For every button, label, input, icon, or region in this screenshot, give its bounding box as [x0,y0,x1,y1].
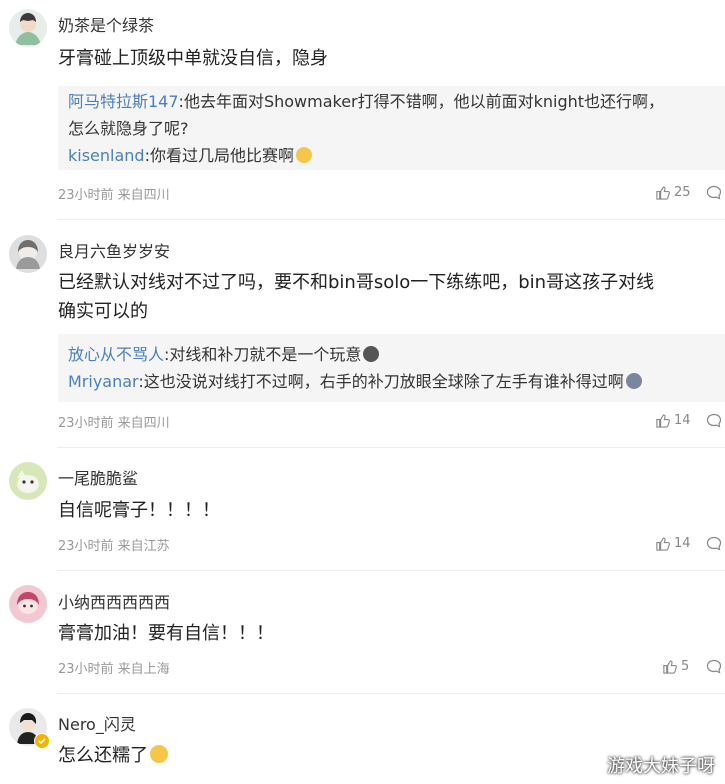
emoji-icon [363,346,380,362]
reply-username[interactable]: 放心从不骂人 [68,345,164,364]
laughing-emoji-icon [150,745,168,763]
avatar[interactable] [9,585,47,623]
username[interactable]: 奶茶是个绿茶 [58,12,154,36]
comment-text: 已经默认对线对不过了吗，要不和bin哥solo一下练练吧，bin哥这孩子对线 确… [58,272,655,322]
reply-username[interactable]: Mriyanar [68,372,138,391]
username[interactable]: 良月六鱼岁岁安 [58,238,170,262]
like-count: 25 [674,185,691,200]
verified-badge-icon [34,733,50,749]
comment-text: 自信呢膏子！！！！ [58,500,220,521]
like-count: 5 [681,659,690,674]
comment-meta: 23小时前 来自上海 [58,662,170,677]
thumbs-up-icon [656,414,670,428]
reply-button[interactable] [706,536,722,555]
like-button[interactable]: 25 [655,185,691,200]
emoji-icon [625,373,642,389]
like-button[interactable]: 14 [655,413,691,428]
reply-item: 阿马特拉斯147:他去年面对Showmaker打得不错啊，他以前面对knight… [68,92,665,111]
username[interactable]: Nero_闪灵 [58,711,136,735]
comment-meta: 23小时前 来自四川 [58,416,170,431]
reply-button[interactable] [706,413,722,432]
comment-bubble-icon [706,185,722,200]
avatar[interactable] [9,9,47,47]
like-count: 14 [674,413,691,428]
like-count: 14 [674,536,691,551]
reply-box: 阿马特拉斯147:他去年面对Showmaker打得不错啊，他以前面对knight… [58,86,725,170]
watermark: 游戏大妹子呀 [607,756,715,777]
comment-bubble-icon [706,413,722,428]
comment-item: 一尾脆脆鲨 自信呢膏子！！！！ 23小时前 来自江苏 14 [0,448,725,570]
reply-username[interactable]: 阿马特拉斯147 [68,92,179,111]
reply-item: Mriyanar:这也没说对线打不过啊，右手的补刀放眼全球除了左手有谁补得过啊 [68,368,715,395]
username[interactable]: 小纳西西西西西 [58,589,170,613]
avatar[interactable] [9,462,47,500]
comment-text: 膏膏加油！要有自信！！！ [58,623,274,644]
comment-item: 奶茶是个绿茶 牙膏碰上顶级中单就没自信，隐身 阿马特拉斯147:他去年面对Sho… [0,0,725,220]
thumbs-up-icon [656,537,670,551]
thumbs-up-icon [656,186,670,200]
reply-button[interactable] [706,185,722,204]
reply-item: 放心从不骂人:对线和补刀就不是一个玩意 [68,341,715,368]
comment-text: 怎么还糯了 [58,741,698,770]
like-button[interactable]: 14 [655,536,691,551]
reply-continuation: 怎么就隐身了呢? [68,119,189,138]
like-button[interactable]: 5 [662,659,689,674]
comment-meta: 23小时前 来自四川 [58,188,170,203]
reply-username[interactable]: kisenland [68,146,145,165]
comment-text: 牙膏碰上顶级中单就没自信，隐身 [58,48,328,69]
username[interactable]: 一尾脆脆鲨 [58,465,138,489]
comment-item: 小纳西西西西西 膏膏加油！要有自信！！！ 23小时前 来自上海 5 [0,571,725,693]
reply-button[interactable] [706,659,722,678]
comment-bubble-icon [706,659,722,674]
comment-meta: 23小时前 来自江苏 [58,539,170,554]
thumbs-up-icon [663,660,677,674]
avatar[interactable] [9,235,47,273]
reply-item: kisenland:你看过几局他比赛啊 [68,142,715,169]
reply-box: 放心从不骂人:对线和补刀就不是一个玩意 Mriyanar:这也没说对线打不过啊，… [58,334,725,402]
comment-bubble-icon [706,536,722,551]
thinking-emoji-icon [295,147,312,163]
comment-item: 良月六鱼岁岁安 已经默认对线对不过了吗，要不和bin哥solo一下练练吧，bin… [0,220,725,448]
